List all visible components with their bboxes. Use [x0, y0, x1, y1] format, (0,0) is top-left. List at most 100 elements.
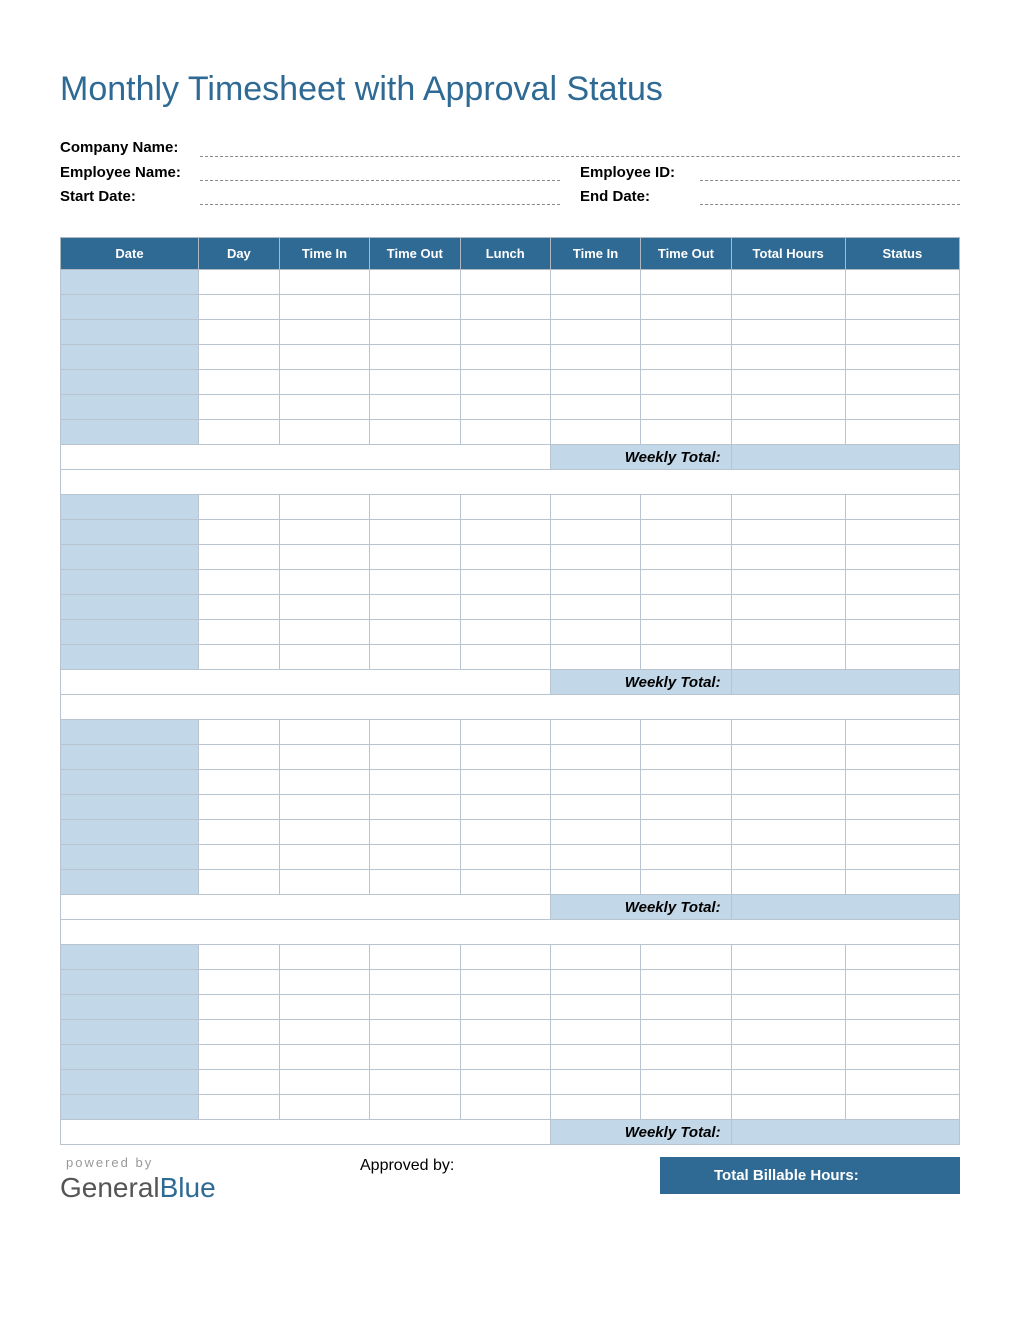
cell[interactable] — [731, 1020, 845, 1045]
cell[interactable] — [61, 420, 199, 445]
cell[interactable] — [279, 295, 369, 320]
cell[interactable] — [61, 370, 199, 395]
employee-id-field[interactable] — [700, 163, 960, 181]
cell[interactable] — [641, 870, 731, 895]
cell[interactable] — [731, 770, 845, 795]
cell[interactable] — [279, 820, 369, 845]
cell[interactable] — [61, 545, 199, 570]
cell[interactable] — [641, 570, 731, 595]
cell[interactable] — [641, 745, 731, 770]
cell[interactable] — [731, 845, 845, 870]
cell[interactable] — [61, 1070, 199, 1095]
cell[interactable] — [641, 320, 731, 345]
cell[interactable] — [370, 595, 460, 620]
cell[interactable] — [641, 945, 731, 970]
cell[interactable] — [460, 1070, 550, 1095]
cell[interactable] — [731, 620, 845, 645]
cell[interactable] — [550, 1070, 640, 1095]
cell[interactable] — [731, 570, 845, 595]
cell[interactable] — [370, 870, 460, 895]
cell[interactable] — [460, 420, 550, 445]
cell[interactable] — [845, 720, 959, 745]
cell[interactable] — [198, 845, 279, 870]
cell[interactable] — [279, 370, 369, 395]
cell[interactable] — [370, 745, 460, 770]
cell[interactable] — [845, 845, 959, 870]
cell[interactable] — [641, 720, 731, 745]
cell[interactable] — [550, 570, 640, 595]
cell[interactable] — [550, 795, 640, 820]
cell[interactable] — [731, 970, 845, 995]
cell[interactable] — [61, 770, 199, 795]
cell[interactable] — [731, 645, 845, 670]
cell[interactable] — [550, 745, 640, 770]
cell[interactable] — [61, 595, 199, 620]
cell[interactable] — [61, 395, 199, 420]
cell[interactable] — [279, 620, 369, 645]
cell[interactable] — [279, 545, 369, 570]
cell[interactable] — [460, 995, 550, 1020]
company-name-field[interactable] — [200, 139, 960, 157]
weekly-total-value[interactable] — [731, 445, 959, 470]
cell[interactable] — [460, 595, 550, 620]
cell[interactable] — [731, 395, 845, 420]
cell[interactable] — [550, 520, 640, 545]
cell[interactable] — [550, 420, 640, 445]
cell[interactable] — [279, 320, 369, 345]
cell[interactable] — [550, 295, 640, 320]
cell[interactable] — [61, 345, 199, 370]
start-date-field[interactable] — [200, 187, 560, 205]
cell[interactable] — [279, 845, 369, 870]
cell[interactable] — [198, 995, 279, 1020]
cell[interactable] — [279, 1070, 369, 1095]
cell[interactable] — [370, 495, 460, 520]
cell[interactable] — [641, 1095, 731, 1120]
cell[interactable] — [198, 1095, 279, 1120]
cell[interactable] — [550, 770, 640, 795]
cell[interactable] — [198, 595, 279, 620]
cell[interactable] — [550, 720, 640, 745]
total-billable-value[interactable] — [859, 1167, 946, 1184]
cell[interactable] — [61, 820, 199, 845]
cell[interactable] — [460, 945, 550, 970]
cell[interactable] — [550, 945, 640, 970]
cell[interactable] — [460, 545, 550, 570]
cell[interactable] — [731, 945, 845, 970]
cell[interactable] — [460, 320, 550, 345]
employee-name-field[interactable] — [200, 163, 560, 181]
cell[interactable] — [641, 495, 731, 520]
cell[interactable] — [279, 870, 369, 895]
cell[interactable] — [460, 1045, 550, 1070]
cell[interactable] — [61, 870, 199, 895]
cell[interactable] — [550, 1020, 640, 1045]
cell[interactable] — [845, 970, 959, 995]
cell[interactable] — [731, 1095, 845, 1120]
cell[interactable] — [731, 720, 845, 745]
cell[interactable] — [279, 570, 369, 595]
cell[interactable] — [370, 645, 460, 670]
cell[interactable] — [279, 645, 369, 670]
cell[interactable] — [279, 745, 369, 770]
cell[interactable] — [460, 820, 550, 845]
cell[interactable] — [731, 520, 845, 545]
cell[interactable] — [550, 970, 640, 995]
cell[interactable] — [279, 970, 369, 995]
cell[interactable] — [198, 1020, 279, 1045]
cell[interactable] — [61, 320, 199, 345]
cell[interactable] — [845, 620, 959, 645]
cell[interactable] — [198, 320, 279, 345]
cell[interactable] — [550, 620, 640, 645]
cell[interactable] — [550, 845, 640, 870]
cell[interactable] — [370, 945, 460, 970]
cell[interactable] — [370, 345, 460, 370]
cell[interactable] — [641, 970, 731, 995]
cell[interactable] — [550, 370, 640, 395]
cell[interactable] — [460, 795, 550, 820]
cell[interactable] — [845, 1070, 959, 1095]
cell[interactable] — [460, 1020, 550, 1045]
cell[interactable] — [460, 1095, 550, 1120]
cell[interactable] — [460, 295, 550, 320]
cell[interactable] — [198, 345, 279, 370]
cell[interactable] — [460, 495, 550, 520]
cell[interactable] — [550, 820, 640, 845]
